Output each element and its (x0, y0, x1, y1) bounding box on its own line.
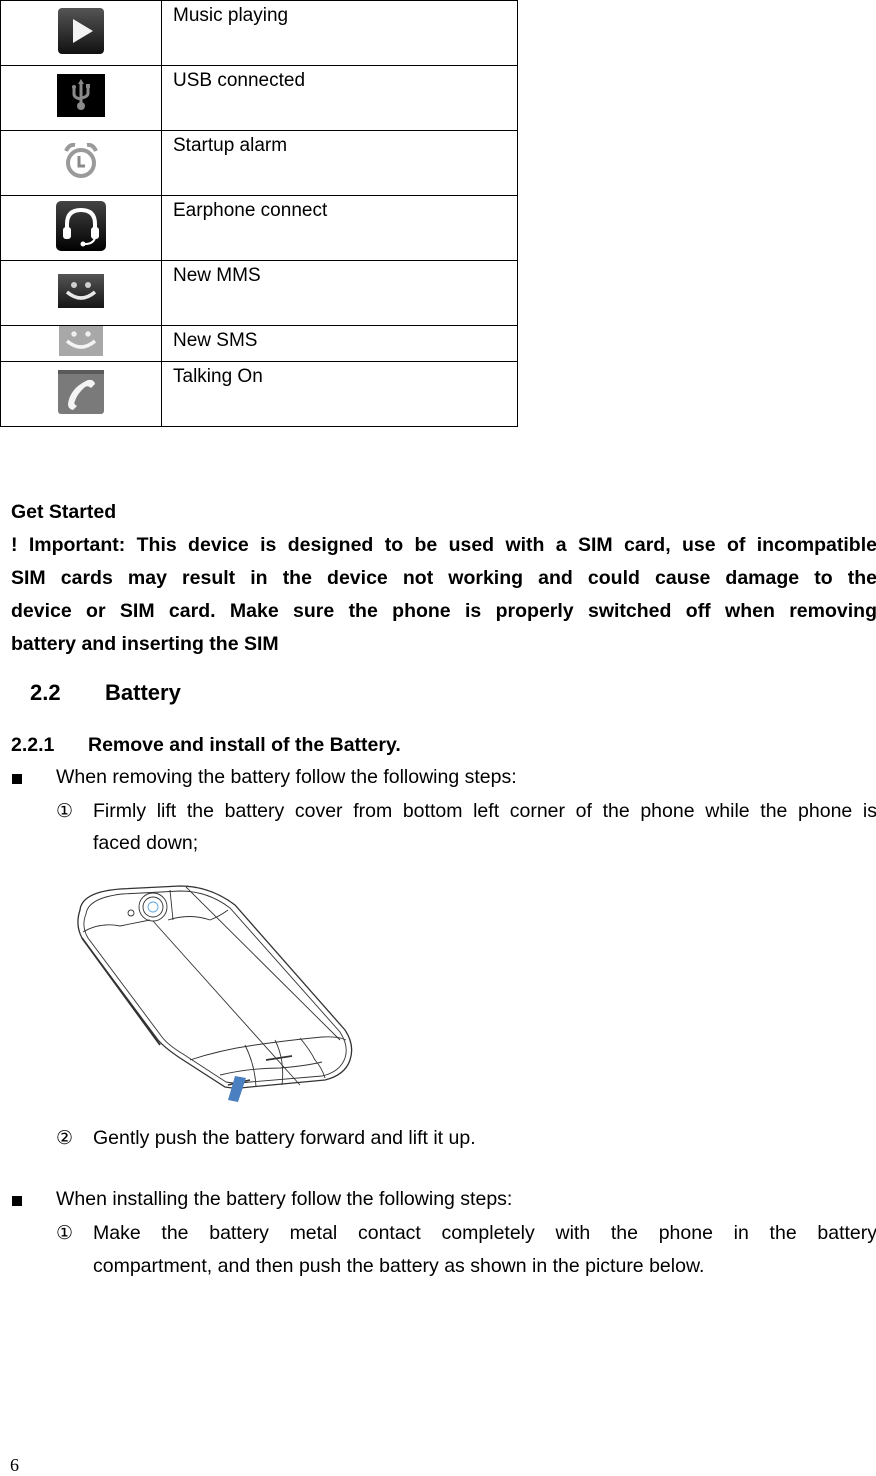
table-row: Earphone connect (0, 195, 518, 261)
table-row: USB connected (0, 65, 518, 131)
icon-cell (0, 0, 162, 66)
important-line-4: battery and inserting the SIM (11, 633, 279, 655)
icon-cell (0, 260, 162, 326)
bullet-square-icon (12, 774, 22, 784)
important-line-1: ! Important: This device is designed to … (11, 534, 876, 556)
section-title: Battery (105, 680, 181, 705)
icon-label: New SMS (161, 325, 518, 362)
usb-connected-icon (57, 74, 105, 122)
table-row: New SMS (0, 325, 518, 362)
table-row: Startup alarm (0, 130, 518, 196)
icon-cell (0, 65, 162, 131)
icon-cell (0, 130, 162, 196)
section-number: 2.2 (30, 680, 61, 705)
earphone-icon (55, 200, 107, 257)
removing-intro: When removing the battery follow the fol… (56, 766, 517, 788)
icon-cell (0, 195, 162, 261)
step-marker: ① (56, 801, 74, 822)
icon-cell (0, 361, 162, 427)
icon-cell (0, 325, 162, 362)
icon-label: Music playing (161, 0, 518, 66)
bullet-square-icon (12, 1196, 22, 1206)
table-row: New MMS (0, 260, 518, 326)
table-row: Talking On (0, 361, 518, 427)
music-playing-icon (57, 7, 105, 60)
subsection-title: Remove and install of the Battery. (88, 734, 401, 756)
startup-alarm-icon (63, 142, 99, 185)
talking-on-icon (58, 369, 104, 419)
icon-label: Earphone connect (161, 195, 518, 261)
table-row: Music playing (0, 0, 518, 66)
new-sms-icon (59, 326, 103, 361)
phone-back-cover-illustration (60, 880, 360, 1115)
installing-intro: When installing the battery follow the f… (56, 1188, 513, 1210)
important-line-2: SIM cards may result in the device not w… (11, 567, 876, 589)
icon-label: Talking On (161, 361, 518, 427)
subsection-number: 2.2.1 (11, 734, 55, 756)
removing-step-2: Gently push the battery forward and lift… (93, 1127, 476, 1149)
get-started-title: Get Started (11, 501, 117, 523)
status-icon-table: Music playing USB connected Startup alar… (0, 0, 518, 427)
new-mms-icon (58, 273, 104, 313)
removing-step-1-line-2: faced down; (93, 832, 199, 854)
important-line-3: device or SIM card. Make sure the phone … (11, 600, 876, 622)
installing-step-1-line-2: compartment, and then push the battery a… (93, 1255, 705, 1277)
installing-step-1-line-1: Make the battery metal contact completel… (93, 1222, 876, 1244)
page-number: 6 (10, 1455, 19, 1475)
removing-step-1-line-1: Firmly lift the battery cover from botto… (93, 800, 876, 822)
icon-label: Startup alarm (161, 130, 518, 196)
icon-label: New MMS (161, 260, 518, 326)
step-marker: ① (56, 1223, 74, 1244)
step-marker: ② (56, 1128, 74, 1149)
icon-label: USB connected (161, 65, 518, 131)
